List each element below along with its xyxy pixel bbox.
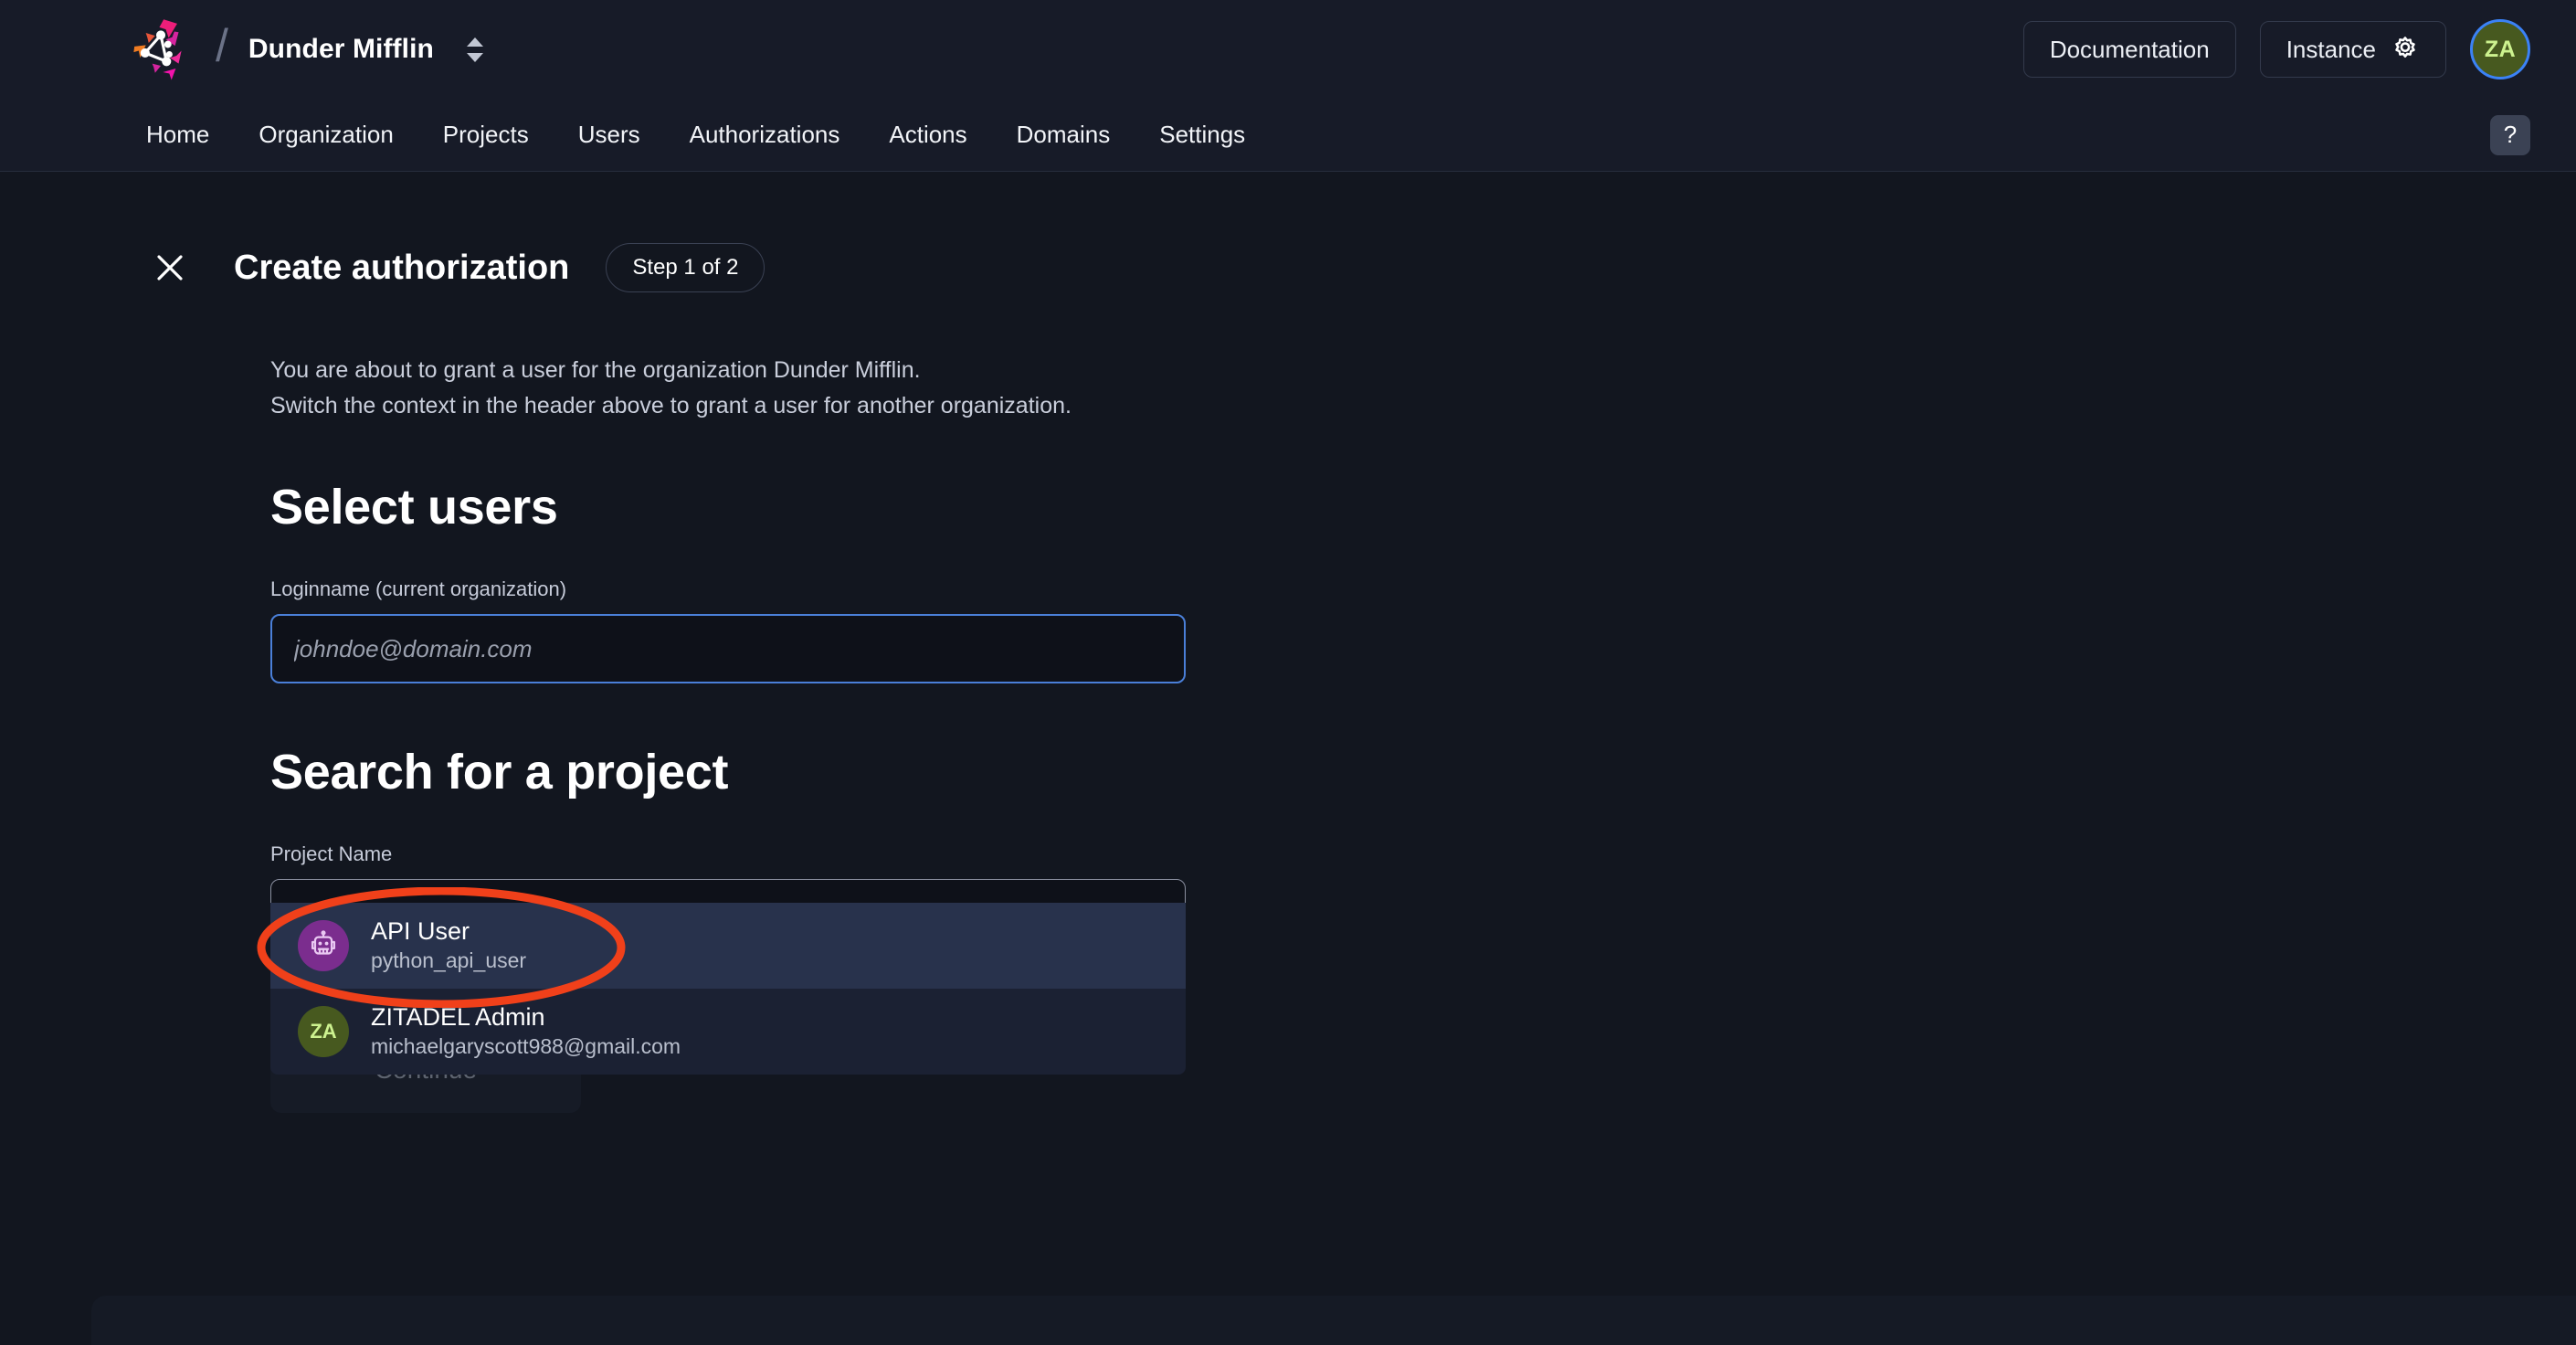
avatar: ZA [298, 1006, 349, 1057]
organization-name: Dunder Mifflin [248, 34, 434, 65]
user-avatar[interactable]: ZA [2470, 19, 2530, 79]
nav-item-domains[interactable]: Domains [992, 121, 1135, 149]
main-navigation: Home Organization Projects Users Authori… [0, 99, 2576, 172]
brand-area: / Dunder Mifflin [119, 14, 491, 85]
search-project-heading: Search for a project [270, 744, 2576, 800]
nav-item-settings[interactable]: Settings [1135, 121, 1270, 149]
instance-label: Instance [2286, 36, 2376, 64]
create-authorization-page: Create authorization Step 1 of 2 You are… [0, 172, 2576, 1345]
loginname-label: Loginname (current organization) [270, 577, 1186, 601]
documentation-label: Documentation [2050, 36, 2210, 64]
loginname-field-block: Loginname (current organization) [270, 577, 1186, 683]
user-search-results-dropdown: API User python_api_user ZA ZITADEL Admi… [270, 903, 1186, 1075]
step-badge: Step 1 of 2 [606, 243, 765, 292]
avatar-initials: ZA [310, 1020, 336, 1043]
list-item-name: API User [371, 918, 526, 946]
list-item-detail: python_api_user [371, 948, 526, 974]
list-item-text: ZITADEL Admin michaelgaryscott988@gmail.… [371, 1004, 681, 1059]
intro-line-2: Switch the context in the header above t… [270, 388, 2576, 424]
list-item-detail: michaelgaryscott988@gmail.com [371, 1034, 681, 1060]
nav-item-projects[interactable]: Projects [418, 121, 554, 149]
nav-item-users[interactable]: Users [554, 121, 665, 149]
help-button[interactable]: ? [2490, 115, 2530, 155]
top-header-bar: / Dunder Mifflin Documentation Instance … [0, 0, 2576, 99]
nav-item-actions[interactable]: Actions [864, 121, 991, 149]
chevron-down-part [467, 53, 483, 62]
page-title: Create authorization [234, 249, 569, 288]
nav-item-organization[interactable]: Organization [234, 121, 417, 149]
chevron-up-down-icon[interactable] [459, 28, 491, 70]
documentation-button[interactable]: Documentation [2023, 21, 2236, 78]
list-item[interactable]: ZA ZITADEL Admin michaelgaryscott988@gma… [270, 989, 1186, 1075]
select-users-heading: Select users [270, 479, 2576, 535]
gear-icon [2391, 35, 2420, 64]
list-item[interactable]: API User python_api_user [270, 903, 1186, 989]
nav-item-authorizations[interactable]: Authorizations [665, 121, 865, 149]
page-bottom-edge [91, 1296, 2576, 1345]
nav-items: Home Organization Projects Users Authori… [146, 121, 1270, 149]
instance-button[interactable]: Instance [2260, 21, 2446, 78]
brand-separator: / [216, 23, 228, 69]
avatar [298, 920, 349, 971]
page-header: Create authorization Step 1 of 2 [0, 172, 2576, 292]
intro-line-1: You are about to grant a user for the or… [270, 353, 2576, 388]
header-actions: Documentation Instance ZA [2023, 19, 2530, 79]
list-item-text: API User python_api_user [371, 918, 526, 973]
close-icon[interactable] [146, 244, 194, 291]
list-item-name: ZITADEL Admin [371, 1004, 681, 1032]
intro-text: You are about to grant a user for the or… [270, 353, 2576, 424]
loginname-input[interactable] [270, 614, 1186, 683]
robot-icon [308, 930, 339, 961]
chevron-up-part [467, 37, 483, 47]
nav-item-home[interactable]: Home [146, 121, 234, 149]
project-name-label: Project Name [270, 842, 1186, 866]
avatar-initials: ZA [2485, 37, 2516, 63]
zitadel-logo-icon[interactable] [119, 14, 190, 85]
